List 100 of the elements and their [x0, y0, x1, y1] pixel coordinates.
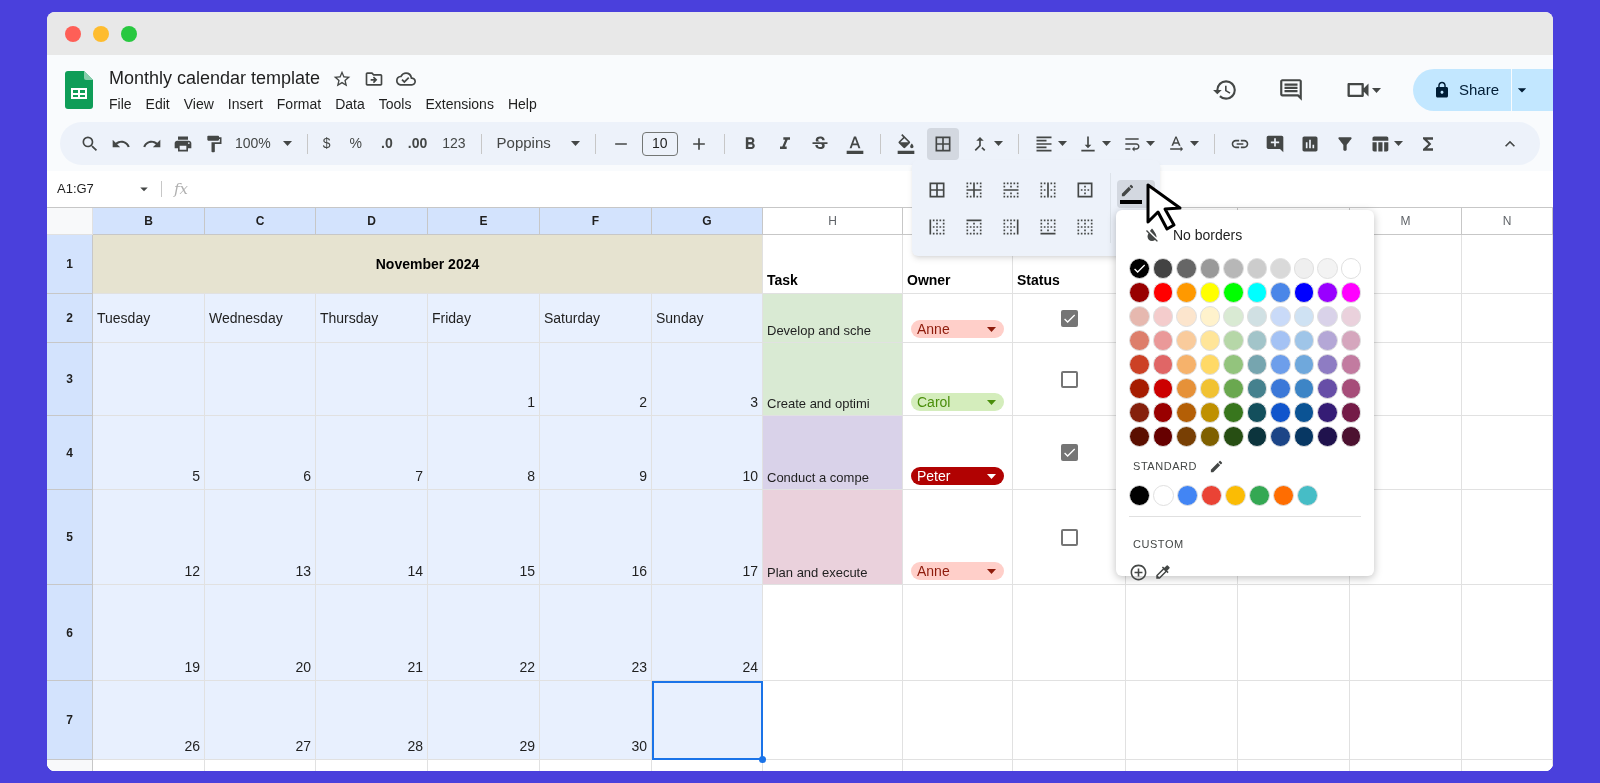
- color-swatch[interactable]: [1293, 306, 1314, 327]
- color-swatch[interactable]: [1246, 306, 1267, 327]
- color-swatch[interactable]: [1273, 484, 1294, 506]
- caret-icon[interactable]: [1372, 87, 1381, 93]
- menu-item[interactable]: Extensions: [425, 94, 494, 115]
- color-swatch[interactable]: [1246, 258, 1267, 279]
- color-swatch[interactable]: [1129, 354, 1150, 375]
- color-swatch[interactable]: [1223, 330, 1244, 351]
- color-swatch[interactable]: [1152, 378, 1173, 399]
- color-swatch[interactable]: [1293, 402, 1314, 423]
- color-swatch[interactable]: [1246, 402, 1267, 423]
- status-checkbox[interactable]: [1060, 528, 1078, 546]
- menu-item[interactable]: Tools: [378, 94, 412, 115]
- color-swatch[interactable]: [1129, 402, 1150, 423]
- color-swatch[interactable]: [1297, 484, 1318, 506]
- column-header[interactable]: H: [763, 208, 903, 235]
- color-swatch[interactable]: [1225, 484, 1246, 506]
- color-swatch[interactable]: [1176, 426, 1197, 447]
- color-swatch[interactable]: [1199, 426, 1220, 447]
- increase-decimal-button[interactable]: .00: [407, 133, 428, 154]
- menu-item[interactable]: Format: [276, 94, 322, 115]
- zoom-select[interactable]: 100%: [235, 133, 271, 154]
- color-swatch[interactable]: [1340, 426, 1361, 447]
- color-swatch[interactable]: [1176, 378, 1197, 399]
- decrease-decimal-button[interactable]: .0: [381, 133, 393, 154]
- caret-icon[interactable]: [987, 326, 996, 332]
- column-header[interactable]: C: [205, 208, 316, 235]
- column-header[interactable]: E: [428, 208, 540, 235]
- menu-item[interactable]: Edit: [145, 94, 170, 115]
- color-swatch[interactable]: [1340, 258, 1361, 279]
- color-swatch[interactable]: [1340, 378, 1361, 399]
- caret-icon[interactable]: [282, 141, 292, 146]
- color-swatch[interactable]: [1152, 426, 1173, 447]
- row-header[interactable]: 5: [47, 490, 93, 585]
- font-select[interactable]: Poppins: [496, 132, 551, 155]
- history-icon[interactable]: [1212, 77, 1238, 103]
- caret-icon[interactable]: [987, 568, 996, 574]
- color-swatch[interactable]: [1199, 402, 1220, 423]
- fill-handle[interactable]: [759, 756, 766, 763]
- row-header[interactable]: 1: [47, 235, 93, 294]
- row-header[interactable]: 7: [47, 681, 93, 760]
- color-swatch[interactable]: [1129, 258, 1150, 279]
- document-title[interactable]: Monthly calendar template: [109, 65, 321, 92]
- color-swatch[interactable]: [1199, 258, 1220, 279]
- color-swatch[interactable]: [1246, 330, 1267, 351]
- color-swatch[interactable]: [1270, 354, 1291, 375]
- color-swatch[interactable]: [1223, 306, 1244, 327]
- color-swatch[interactable]: [1246, 354, 1267, 375]
- status-checkbox[interactable]: [1060, 309, 1078, 327]
- column-header[interactable]: N: [1462, 208, 1553, 235]
- color-swatch[interactable]: [1129, 282, 1150, 303]
- color-swatch[interactable]: [1223, 282, 1244, 303]
- row-header[interactable]: 2: [47, 294, 93, 343]
- color-swatch[interactable]: [1223, 258, 1244, 279]
- color-swatch[interactable]: [1293, 258, 1314, 279]
- no-color-icon[interactable]: [1143, 226, 1161, 244]
- color-swatch[interactable]: [1340, 402, 1361, 423]
- color-swatch[interactable]: [1293, 330, 1314, 351]
- color-swatch[interactable]: [1152, 306, 1173, 327]
- currency-format-button[interactable]: $: [322, 133, 331, 154]
- row-header[interactable]: 4: [47, 416, 93, 490]
- color-swatch[interactable]: [1223, 354, 1244, 375]
- eyedropper-icon[interactable]: [1154, 563, 1172, 581]
- menu-item[interactable]: Help: [507, 94, 537, 115]
- color-swatch[interactable]: [1317, 306, 1338, 327]
- paint-roller-icon[interactable]: [204, 133, 224, 154]
- fill-color-icon[interactable]: [895, 133, 916, 154]
- color-swatch[interactable]: [1340, 330, 1361, 351]
- color-swatch[interactable]: [1199, 354, 1220, 375]
- color-swatch[interactable]: [1293, 354, 1314, 375]
- color-swatch[interactable]: [1223, 402, 1244, 423]
- color-swatch[interactable]: [1201, 484, 1222, 506]
- color-swatch[interactable]: [1152, 402, 1173, 423]
- color-swatch[interactable]: [1317, 282, 1338, 303]
- column-header[interactable]: B: [93, 208, 205, 235]
- color-swatch[interactable]: [1340, 354, 1361, 375]
- color-swatch[interactable]: [1152, 354, 1173, 375]
- color-swatch[interactable]: [1293, 378, 1314, 399]
- color-swatch[interactable]: [1317, 378, 1338, 399]
- color-swatch[interactable]: [1176, 306, 1197, 327]
- share-button[interactable]: Share: [1413, 69, 1553, 111]
- color-swatch[interactable]: [1317, 402, 1338, 423]
- caret-icon[interactable]: [993, 141, 1003, 146]
- column-header[interactable]: D: [316, 208, 428, 235]
- color-swatch[interactable]: [1129, 330, 1150, 351]
- color-swatch[interactable]: [1270, 426, 1291, 447]
- color-swatch[interactable]: [1176, 354, 1197, 375]
- caret-icon[interactable]: [1145, 141, 1155, 146]
- color-swatch[interactable]: [1340, 282, 1361, 303]
- color-swatch[interactable]: [1293, 282, 1314, 303]
- color-swatch[interactable]: [1223, 426, 1244, 447]
- color-swatch[interactable]: [1176, 330, 1197, 351]
- owner-chip[interactable]: Anne: [911, 320, 1004, 338]
- color-swatch[interactable]: [1153, 484, 1174, 506]
- color-swatch[interactable]: [1246, 282, 1267, 303]
- color-swatch[interactable]: [1176, 402, 1197, 423]
- font-size-field[interactable]: 10: [641, 131, 678, 156]
- color-swatch[interactable]: [1199, 282, 1220, 303]
- color-swatch[interactable]: [1199, 306, 1220, 327]
- caret-icon[interactable]: [1189, 141, 1199, 146]
